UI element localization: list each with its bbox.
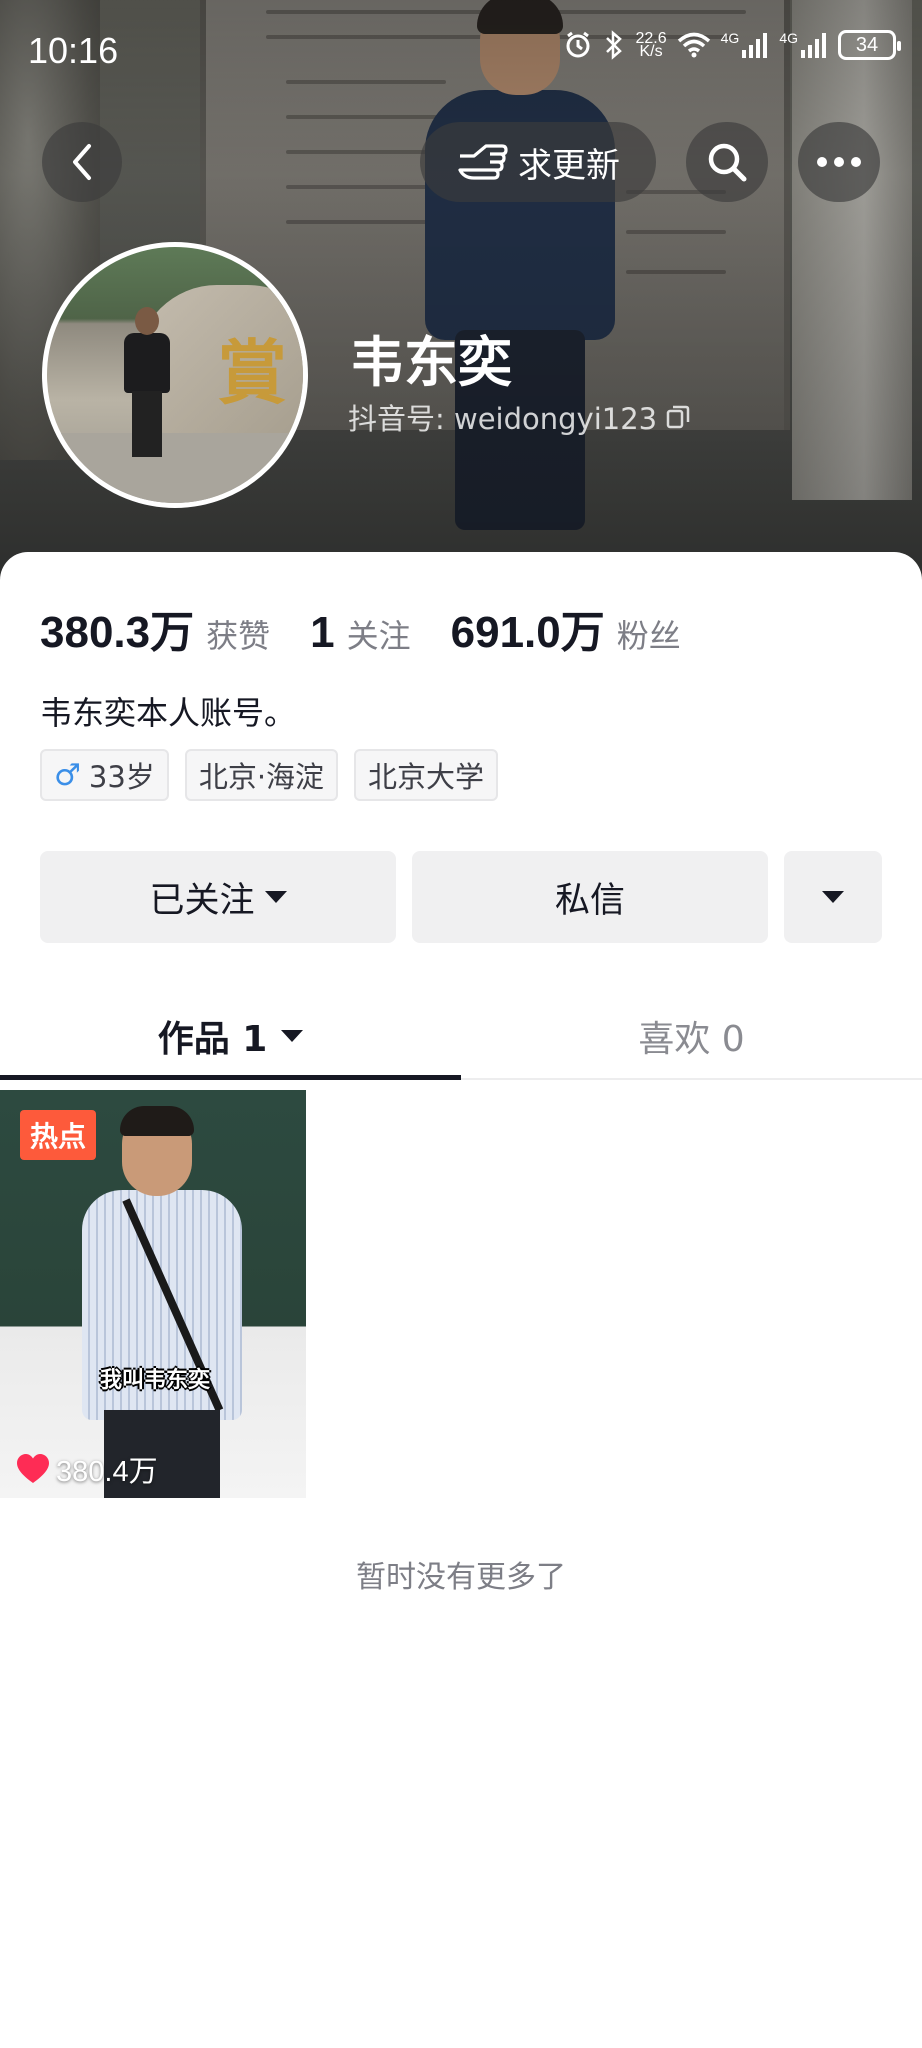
tab-works[interactable]: 作品 1 xyxy=(0,992,461,1080)
battery-icon: 34 xyxy=(838,30,901,60)
alarm-icon xyxy=(563,30,593,60)
search-icon xyxy=(708,143,747,182)
stats-row: 380.3万 获赞 1 关注 691.0万 粉丝 xyxy=(40,596,721,660)
request-update-label: 求更新 xyxy=(518,145,620,186)
douyin-id-text: 抖音号: weidongyi123 xyxy=(348,402,658,436)
search-button[interactable] xyxy=(686,122,768,202)
followed-label: 已关注 xyxy=(149,880,255,921)
request-update-button[interactable]: 求更新 xyxy=(420,122,656,202)
stat-fans-value: 691.0万 xyxy=(450,608,605,657)
stat-fans[interactable]: 691.0万 粉丝 xyxy=(451,596,681,660)
stat-following-label: 关注 xyxy=(346,617,411,655)
no-more-content-text: 暂时没有更多了 xyxy=(356,1560,566,1595)
status-time: 10:16 xyxy=(28,30,119,71)
douyin-id[interactable]: 抖音号: weidongyi123 xyxy=(348,396,691,438)
male-icon: ♂ xyxy=(54,757,81,793)
heart-icon xyxy=(17,1454,49,1483)
caret-down-icon xyxy=(264,891,287,903)
tag-age-text: 33岁 xyxy=(88,760,155,794)
avatar[interactable]: 賞 xyxy=(42,242,308,508)
video-person xyxy=(82,1106,242,1498)
profile-name: 韦东奕 xyxy=(350,331,512,394)
chevron-left-icon xyxy=(73,144,91,180)
caret-down-icon xyxy=(822,891,844,903)
wifi-icon xyxy=(677,31,711,59)
more-options-button[interactable] xyxy=(798,122,880,202)
video-likes-count: 380.4万 xyxy=(56,1456,158,1488)
stat-likes-label: 获赞 xyxy=(206,617,271,655)
active-tab-indicator xyxy=(0,1075,461,1080)
tag-location-text: 北京·海淀 xyxy=(198,760,325,794)
message-button[interactable]: 私信 xyxy=(412,851,768,943)
net-speed: 22.6 K/s xyxy=(635,30,667,60)
content-tabs: 作品 1 喜欢 0 xyxy=(0,992,922,1080)
expand-recommendations-button[interactable] xyxy=(784,851,882,943)
tab-likes[interactable]: 喜欢 0 xyxy=(461,992,922,1080)
followed-button[interactable]: 已关注 xyxy=(40,851,396,943)
bio-text: 韦东奕本人账号。 xyxy=(40,694,297,732)
stat-following-value: 1 xyxy=(310,608,335,657)
video-caption: 我叫韦东奕 xyxy=(100,1368,211,1393)
tab-works-label: 作品 1 xyxy=(157,1019,268,1060)
cell-signal-icon-2: 4G xyxy=(779,31,828,58)
profile-tags: ♂ 33岁 北京·海淀 北京大学 xyxy=(40,749,499,801)
hot-badge: 热点 xyxy=(20,1110,97,1160)
caret-down-icon xyxy=(281,1030,304,1042)
profile-card: 380.3万 获赞 1 关注 691.0万 粉丝 韦东奕本人账号。 ♂ 33岁 … xyxy=(0,552,922,2048)
video-thumbnail[interactable]: 热点 我叫韦东奕 380.4万 xyxy=(0,1090,306,1498)
stat-likes-value: 380.3万 xyxy=(40,608,195,657)
action-buttons: 已关注 私信 xyxy=(40,851,882,943)
ellipsis-icon xyxy=(817,157,861,167)
tag-location: 北京·海淀 xyxy=(184,749,339,801)
message-label: 私信 xyxy=(554,880,625,921)
stat-following[interactable]: 1 关注 xyxy=(310,608,411,658)
stat-fans-label: 粉丝 xyxy=(616,617,681,655)
status-icons: 22.6 K/s 4G 4G 34 xyxy=(563,30,901,60)
status-bar: 10:16 22.6 K/s 4G 4G 34 xyxy=(0,0,922,100)
tag-school-text: 北京大学 xyxy=(368,760,485,794)
copy-icon[interactable] xyxy=(665,404,691,430)
cell-signal-icon-1: 4G xyxy=(721,31,770,58)
stat-likes[interactable]: 380.3万 获赞 xyxy=(40,596,270,660)
tab-likes-label: 喜欢 0 xyxy=(638,1019,745,1060)
back-button[interactable] xyxy=(42,122,122,202)
hand-pointer-icon xyxy=(458,144,508,180)
tag-gender-age: ♂ 33岁 xyxy=(40,749,169,801)
tag-school[interactable]: 北京大学 xyxy=(354,749,499,801)
video-likes: 380.4万 xyxy=(16,1448,158,1490)
bluetooth-icon xyxy=(603,30,625,60)
